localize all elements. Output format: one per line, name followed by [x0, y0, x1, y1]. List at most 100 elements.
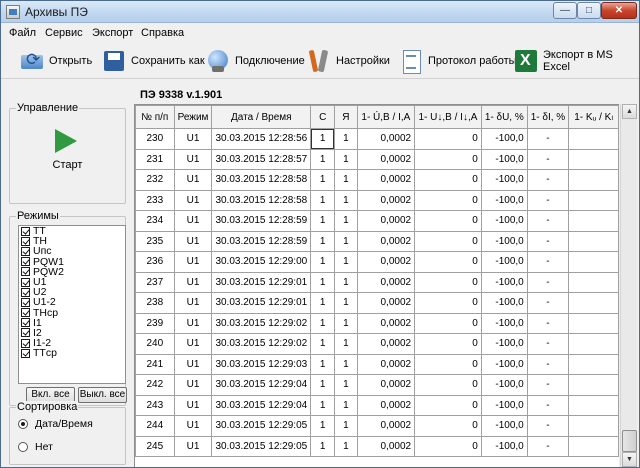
menu-help[interactable]: Справка	[141, 27, 184, 39]
checkbox[interactable]	[21, 328, 30, 338]
export-excel-button[interactable]: Экспорт в MS Excel	[513, 47, 639, 75]
checkbox[interactable]	[21, 236, 30, 246]
scroll-down-arrow[interactable]: ▼	[622, 452, 637, 467]
table-cell: -100,0	[480, 394, 528, 416]
table-row[interactable]: 233 U1 30.03.2015 12:28:58 1 1 0,0002 0 -100,0-	[135, 189, 619, 211]
table-cell: U1	[173, 189, 213, 211]
table-row[interactable]: 230 U1 30.03.2015 12:28:56 1 1 0,0002 0 -100,0-	[135, 128, 619, 150]
table-cell: 0,0002	[356, 128, 416, 150]
table-cell: -100,0	[480, 271, 528, 293]
start-button[interactable]: Старт	[10, 109, 125, 179]
column-header[interactable]: 1- U↓,B / I↓,A	[414, 105, 482, 129]
table-row[interactable]: 232 U1 30.03.2015 12:28:58 1 1 0,0002 0 -100,0-	[135, 169, 619, 191]
main-area: Управление Старт Режимы ТТ ТН Uпс PQW1 PQW2 U…	[1, 80, 639, 467]
checkbox[interactable]	[21, 277, 30, 287]
sort-group-title: Сортировка	[16, 401, 79, 413]
checkbox[interactable]	[21, 287, 30, 297]
open-button[interactable]: Открыть	[19, 47, 92, 75]
protocol-button[interactable]: Протокол работы	[398, 47, 517, 75]
column-header[interactable]: С	[310, 105, 336, 129]
close-button[interactable]: ✕	[601, 2, 637, 19]
table-cell: 1	[334, 251, 358, 273]
table-row[interactable]: 240 U1 30.03.2015 12:29:02 1 1 0,0002 0 -100,0-	[135, 333, 619, 355]
checkbox[interactable]	[21, 297, 30, 307]
table-row[interactable]: 244 U1 30.03.2015 12:29:05 1 1 0,0002 0 -100,0-	[135, 415, 619, 437]
menu-bar: Файл Сервис Экспорт Справка	[1, 24, 639, 42]
table-row[interactable]: 238 U1 30.03.2015 12:29:01 1 1 0,0002 0 -100,0-	[135, 292, 619, 314]
settings-button[interactable]: Настройки	[306, 47, 390, 75]
table-cell: 0,0002	[356, 169, 416, 191]
connect-button[interactable]: Подключение	[205, 47, 305, 75]
maximize-button[interactable]: □	[577, 2, 601, 19]
table-row[interactable]: 231 U1 30.03.2015 12:28:57 1 1 0,0002 0 -100,0-	[135, 148, 619, 170]
scroll-up-arrow[interactable]: ▲	[622, 104, 637, 119]
table-cell: 0,0002	[356, 148, 416, 170]
table-cell: 242	[135, 374, 175, 396]
table-cell: -	[526, 210, 570, 232]
table-cell: 1	[334, 292, 358, 314]
column-header[interactable]: Режим	[173, 105, 213, 129]
sort-by-date-option[interactable]: Дата/Время	[18, 418, 93, 430]
checkbox[interactable]	[21, 318, 30, 328]
table-cell: -100,0	[480, 128, 528, 150]
table-row[interactable]: 241 U1 30.03.2015 12:29:03 1 1 0,0002 0 -100,0-	[135, 353, 619, 375]
mode-item[interactable]: U1-2	[19, 296, 125, 309]
menu-file[interactable]: Файл	[9, 27, 36, 39]
column-header[interactable]: Дата / Время	[211, 105, 312, 129]
column-header[interactable]: 1- Kᵤ / Kₗ	[568, 105, 619, 129]
vertical-scrollbar[interactable]: ▲ ▼	[620, 104, 637, 467]
checkbox[interactable]	[21, 338, 30, 348]
table-row[interactable]: 245 U1 30.03.2015 12:29:05 1 1 0,0002 0 -100,0-	[135, 435, 619, 457]
table-cell: 1	[334, 230, 358, 252]
checkbox[interactable]	[21, 226, 30, 236]
table-cell: 236	[135, 251, 175, 273]
table-row[interactable]: 242 U1 30.03.2015 12:29:04 1 1 0,0002 0 -100,0-	[135, 374, 619, 396]
table-cell	[568, 374, 619, 396]
menu-service[interactable]: Сервис	[45, 27, 83, 39]
save-as-button[interactable]: Сохранить как	[101, 47, 205, 75]
table-cell: 238	[135, 292, 175, 314]
checkbox[interactable]	[21, 257, 30, 267]
table-row[interactable]: 236 U1 30.03.2015 12:29:00 1 1 0,0002 0 -100,0-	[135, 251, 619, 273]
table-cell: 230	[135, 128, 175, 150]
sort-none-option[interactable]: Нет	[18, 441, 53, 453]
table-cell: 0	[414, 271, 482, 293]
mode-label: U1-2	[33, 296, 56, 309]
menu-export[interactable]: Экспорт	[92, 27, 133, 39]
table-cell	[568, 312, 619, 334]
table-row[interactable]: 243 U1 30.03.2015 12:29:04 1 1 0,0002 0 -100,0-	[135, 394, 619, 416]
table-cell: 0,0002	[356, 374, 416, 396]
table-cell: 233	[135, 189, 175, 211]
table-cell: 1	[310, 312, 336, 334]
column-header[interactable]: 1- δU, %	[480, 105, 528, 129]
table-row[interactable]: 239 U1 30.03.2015 12:29:02 1 1 0,0002 0 -100,0-	[135, 312, 619, 334]
table-row[interactable]: 234 U1 30.03.2015 12:28:59 1 1 0,0002 0 -100,0-	[135, 210, 619, 232]
scroll-thumb[interactable]	[622, 430, 637, 452]
table-cell: 30.03.2015 12:28:56	[211, 128, 312, 150]
radio-date[interactable]	[18, 419, 28, 429]
table-cell: -	[526, 292, 570, 314]
column-header[interactable]: 1- Ú,B / I,A	[356, 105, 416, 129]
table-cell: 1	[334, 394, 358, 416]
mode-label: Uпс	[33, 245, 52, 258]
checkbox[interactable]	[21, 246, 30, 256]
mode-item[interactable]: TTср	[19, 348, 125, 359]
radio-none[interactable]	[18, 442, 28, 452]
checkbox[interactable]	[21, 308, 30, 318]
modes-checklist[interactable]: ТТ ТН Uпс PQW1 PQW2 U1 U2 U1-2 THср I1 I2 I1-2 TTср	[18, 225, 126, 384]
table-cell	[568, 435, 619, 457]
data-grid[interactable]: № п/п Режим Дата / Время С Я 1- Ú,B / I,A 1- …	[134, 104, 619, 467]
table-cell: -100,0	[480, 251, 528, 273]
table-row[interactable]: 237 U1 30.03.2015 12:29:01 1 1 0,0002 0 -100,0-	[135, 271, 619, 293]
checkbox[interactable]	[21, 348, 30, 358]
table-row[interactable]: 235 U1 30.03.2015 12:28:59 1 1 0,0002 0 -100,0-	[135, 230, 619, 252]
minimize-button[interactable]: —	[553, 2, 577, 19]
modes-group-title: Режимы	[16, 210, 60, 222]
column-header[interactable]: Я	[334, 105, 358, 129]
column-header[interactable]: 1- δI, %	[526, 105, 570, 129]
column-header[interactable]: № п/п	[135, 105, 175, 129]
table-cell: 0,0002	[356, 312, 416, 334]
deselect-all-button[interactable]: Выкл. все	[78, 387, 127, 403]
start-label: Старт	[52, 159, 83, 171]
checkbox[interactable]	[21, 267, 30, 277]
